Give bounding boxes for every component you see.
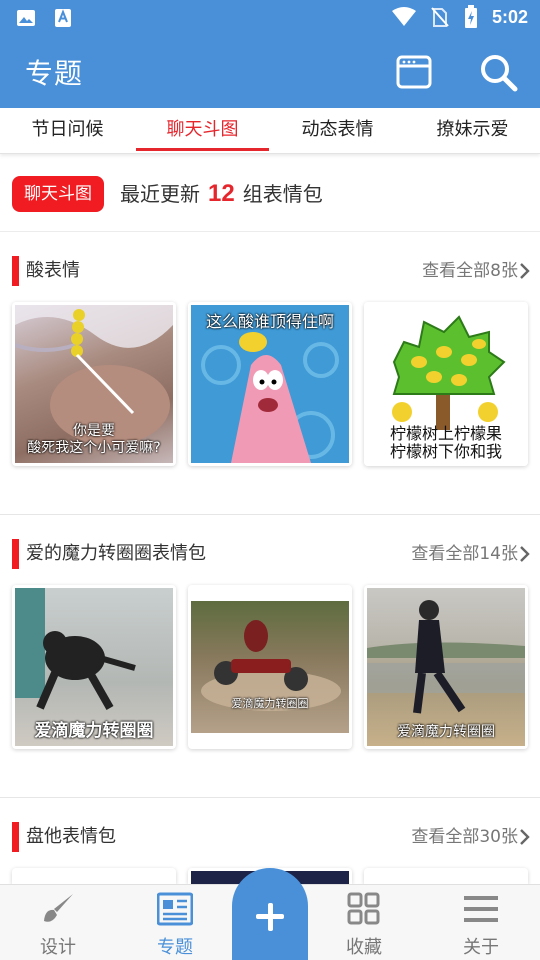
active-tab-indicator [136,148,269,151]
sticker-caption: 柠檬树下你和我 [389,442,502,461]
app-bar: 专题 [0,36,540,108]
section-marker [12,539,19,569]
update-count: 12 [208,180,235,207]
sticker-image-sour-hand: 你是要 酸死我这个小可爱嘛? [15,305,173,463]
status-bar: 5:02 [0,0,540,36]
search-icon[interactable] [478,52,518,92]
chevron-right-icon [520,263,530,279]
sticker-caption: 爱滴魔力转圈圈 [34,721,154,741]
sticker-card[interactable] [364,868,528,884]
sticker-caption: 酸死我这个小可爱嘛? [27,440,161,456]
section-title: 酸表情 [26,260,80,281]
status-time: 5:02 [491,6,528,27]
tab-festival-greetings[interactable]: 节日问候 [0,108,135,154]
gallery-notification-icon [17,10,35,26]
section-header[interactable]: 爱的魔力转圈圈表情包 查看全部14张 [0,539,540,569]
menu-icon [464,896,498,922]
sticker-card[interactable]: 爱滴魔力转圈圈 [12,585,176,749]
section-title: 爱的魔力转圈圈表情包 [26,543,206,564]
sticker-image-lemon-tree: 柠檬树上柠檬果 柠檬树下你和我 [364,302,528,466]
topic-summary: 聊天斗图 最近更新 12 组表情包 [0,158,540,232]
section-marker [12,822,19,852]
section-divider [0,514,540,515]
app-store-notification-icon [55,9,71,27]
sticker-illustration [201,620,341,711]
sticker-card[interactable] [12,868,176,884]
sticker-card[interactable]: 爱滴魔力转圈圈 [188,585,352,749]
nav-topics[interactable]: 专题 [121,885,229,960]
sticker-image-motorbike: 爱滴魔力转圈圈 [191,601,349,733]
sticker-caption: 你是要 [73,423,115,439]
wifi-icon [391,7,416,26]
sticker-card[interactable]: 柠檬树上柠檬果 柠檬树下你和我 [364,302,528,466]
section-divider [0,797,540,798]
view-all-link[interactable]: 查看全部30张 [411,824,518,850]
nav-about[interactable]: 关于 [427,885,535,960]
section-header[interactable]: 盘他表情包 查看全部30张 [0,822,540,852]
chevron-right-icon [520,546,530,562]
nav-favorites[interactable]: 收藏 [310,885,418,960]
sticker-image-chimp: 爱滴魔力转圈圈 [15,588,173,746]
chevron-right-icon [520,829,530,845]
tab-animated-stickers[interactable]: 动态表情 [270,108,405,154]
sticker-image-dancing-man: 爱滴魔力转圈圈 [367,588,525,746]
category-badge: 聊天斗图 [12,176,104,212]
no-signal-icon [431,7,449,27]
nav-design[interactable]: 设计 [4,885,112,960]
update-summary: 最近更新 12 组表情包 [120,180,323,207]
section-marker [12,256,19,286]
view-all-link[interactable]: 查看全部14张 [411,541,518,567]
grid-icon [347,892,380,925]
tab-chat-meme-battle[interactable]: 聊天斗图 [135,108,270,154]
section-title: 盘他表情包 [26,826,116,847]
sticker-card[interactable]: 这么酸谁顶得住啊 [188,302,352,466]
sticker-illustration [367,600,525,714]
browser-window-icon[interactable] [394,52,434,92]
sticker-caption: 柠檬树上柠檬果 [389,424,502,443]
sticker-caption: 这么酸谁顶得住啊 [205,312,334,331]
page-title: 专题 [25,57,84,90]
newspaper-icon [157,892,193,926]
tab-flirting[interactable]: 撩妹示爱 [405,108,540,154]
create-button[interactable] [232,868,308,960]
sticker-image-patrick: 这么酸谁顶得住啊 [191,305,349,463]
category-tabs: 节日问候 聊天斗图 动态表情 撩妹示爱 [0,108,540,154]
battery-charging-icon [464,5,477,28]
view-all-link[interactable]: 查看全部8张 [422,258,518,284]
sticker-caption: 爱滴魔力转圈圈 [231,697,309,710]
paintbrush-icon [44,894,73,922]
sticker-caption: 爱滴魔力转圈圈 [397,724,495,740]
sticker-card[interactable]: 你是要 酸死我这个小可爱嘛? [12,302,176,466]
section-header[interactable]: 酸表情 查看全部8张 [0,256,540,286]
sticker-card[interactable]: 爱滴魔力转圈圈 [364,585,528,749]
